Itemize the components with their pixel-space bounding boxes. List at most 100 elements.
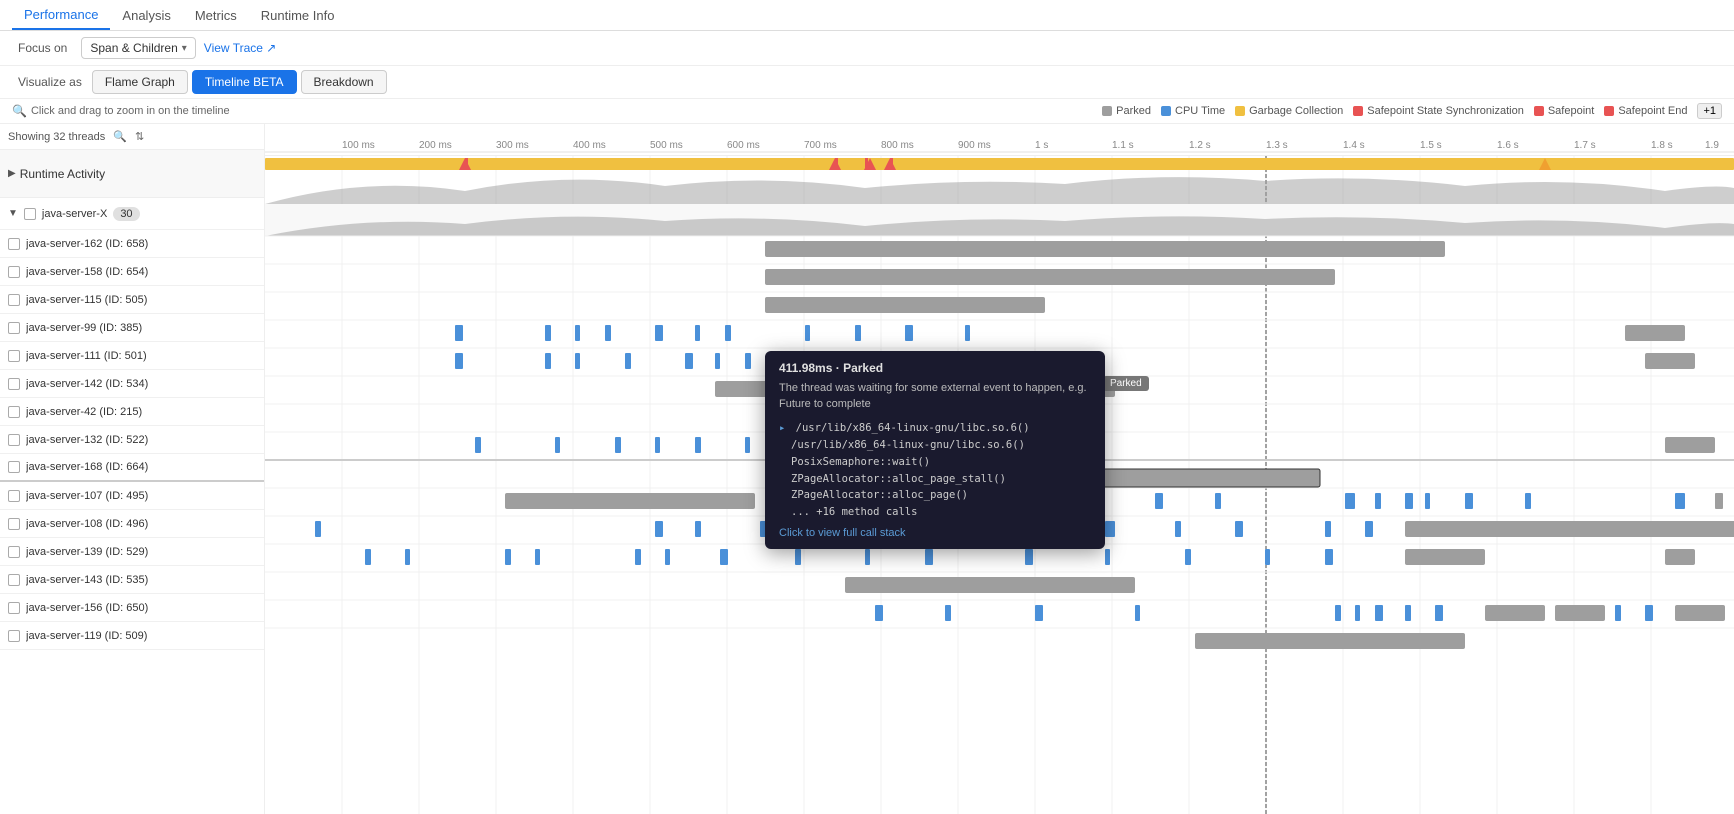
thread-name-1: java-server-158 (ID: 654) <box>26 266 148 278</box>
tab-flame-graph[interactable]: Flame Graph <box>92 70 188 94</box>
parked-color <box>1102 106 1112 116</box>
thread-row: java-server-111 (ID: 501) <box>0 342 264 370</box>
runtime-expand-icon[interactable]: ▶ <box>8 168 16 179</box>
showing-count: Showing 32 threads <box>8 131 105 143</box>
svg-text:800 ms: 800 ms <box>881 140 914 151</box>
thread-checkbox-4[interactable] <box>8 350 20 362</box>
thread-checkbox-11[interactable] <box>8 546 20 558</box>
thread-row: java-server-142 (ID: 534) <box>0 370 264 398</box>
thread-name-14: java-server-119 (ID: 509) <box>26 630 147 642</box>
safepoint-label: Safepoint <box>1548 105 1594 117</box>
stack-line-0: ▸ /usr/lib/x86_64-linux-gnu/libc.so.6() <box>779 420 1091 437</box>
legend-more-button[interactable]: +1 <box>1697 103 1722 119</box>
tooltip-state: Parked <box>843 361 883 375</box>
focus-dropdown[interactable]: Span & Children ▾ <box>81 37 195 59</box>
tab-timeline-beta[interactable]: Timeline BETA <box>192 70 297 94</box>
legend-bar: 🔍 Click and drag to zoom in on the timel… <box>0 99 1734 124</box>
showing-threads-header: Showing 32 threads 🔍 ⇅ <box>0 124 264 150</box>
java-server-x-group: ▼ java-server-X 30 <box>0 198 264 230</box>
safepoint-end-color <box>1604 106 1614 116</box>
timeline-hint: 🔍 Click and drag to zoom in on the timel… <box>12 104 1090 118</box>
tooltip-header: 411.98ms · Parked <box>779 361 1091 375</box>
tooltip-duration: 411.98ms <box>779 361 832 375</box>
svg-text:1.1 s: 1.1 s <box>1112 140 1134 151</box>
thread-name-2: java-server-115 (ID: 505) <box>26 294 147 306</box>
top-nav: Performance Analysis Metrics Runtime Inf… <box>0 0 1734 31</box>
thread-name-6: java-server-42 (ID: 215) <box>26 406 142 418</box>
safepoint-sync-color <box>1353 106 1363 116</box>
thread-checkbox-0[interactable] <box>8 238 20 250</box>
thread-name-11: java-server-139 (ID: 529) <box>26 546 148 558</box>
svg-text:1 s: 1 s <box>1035 140 1048 151</box>
thread-row: java-server-143 (ID: 535) <box>0 566 264 594</box>
tooltip-description: The thread was waiting for some external… <box>779 381 1091 412</box>
thread-list: Showing 32 threads 🔍 ⇅ ▶ Runtime Activit… <box>0 124 265 814</box>
stack-arrow-0: ▸ <box>779 422 792 434</box>
thread-row: java-server-158 (ID: 654) <box>0 258 264 286</box>
stack-line-3: ZPageAllocator::alloc_page_stall() <box>779 471 1091 488</box>
toolbar-row1: Focus on Span & Children ▾ View Trace ↗ <box>0 31 1734 66</box>
thread-checkbox-10[interactable] <box>8 518 20 530</box>
svg-text:1.3 s: 1.3 s <box>1266 140 1288 151</box>
svg-text:400 ms: 400 ms <box>573 140 606 151</box>
nav-analysis[interactable]: Analysis <box>110 2 182 29</box>
nav-runtime-info[interactable]: Runtime Info <box>249 2 347 29</box>
parked-state-badge: Parked <box>1103 376 1149 391</box>
thread-checkbox-3[interactable] <box>8 322 20 334</box>
safepoint-sync-label: Safepoint State Synchronization <box>1367 105 1524 117</box>
thread-row: java-server-162 (ID: 658) <box>0 230 264 258</box>
safepoint-color <box>1534 106 1544 116</box>
thread-checkbox-5[interactable] <box>8 378 20 390</box>
cpu-time-color <box>1161 106 1171 116</box>
thread-checkbox-7[interactable] <box>8 434 20 446</box>
scale-svg: 100 ms 200 ms 300 ms 400 ms 500 ms 600 m… <box>265 124 1734 156</box>
thread-checkbox-14[interactable] <box>8 630 20 642</box>
timeline-area[interactable]: 100 ms 200 ms 300 ms 400 ms 500 ms 600 m… <box>265 124 1734 814</box>
legend-safepoint-end: Safepoint End <box>1604 105 1687 117</box>
tooltip-call-stack-link[interactable]: Click to view full call stack <box>779 527 1091 539</box>
thread-checkbox-2[interactable] <box>8 294 20 306</box>
view-trace-label: View Trace ↗ <box>204 41 277 55</box>
stack-line-2: PosixSemaphore::wait() <box>779 454 1091 471</box>
thread-name-3: java-server-99 (ID: 385) <box>26 322 142 334</box>
svg-text:1.2 s: 1.2 s <box>1189 140 1211 151</box>
java-server-x-label: java-server-X <box>42 208 107 220</box>
focus-value: Span & Children <box>90 41 177 55</box>
tooltip-separator: · <box>836 361 843 375</box>
svg-text:300 ms: 300 ms <box>496 140 529 151</box>
thread-checkbox-1[interactable] <box>8 266 20 278</box>
legend-parked: Parked <box>1102 105 1151 117</box>
thread-row: java-server-107 (ID: 495) <box>0 482 264 510</box>
timeline-content[interactable]: 411.98ms · Parked The thread was waiting… <box>265 156 1734 814</box>
group-checkbox[interactable] <box>24 208 36 220</box>
thread-tooltip[interactable]: 411.98ms · Parked The thread was waiting… <box>765 351 1105 549</box>
sort-icon[interactable]: ⇅ <box>135 130 144 143</box>
svg-text:500 ms: 500 ms <box>650 140 683 151</box>
thread-checkbox-9[interactable] <box>8 490 20 502</box>
view-trace-link[interactable]: View Trace ↗ <box>204 41 277 55</box>
main-area: Showing 32 threads 🔍 ⇅ ▶ Runtime Activit… <box>0 124 1734 814</box>
thread-checkbox-13[interactable] <box>8 602 20 614</box>
thread-checkbox-6[interactable] <box>8 406 20 418</box>
thread-name-10: java-server-108 (ID: 496) <box>26 518 148 530</box>
nav-metrics[interactable]: Metrics <box>183 2 249 29</box>
hint-text-label: Click and drag to zoom in on the timelin… <box>31 105 230 117</box>
group-expand-icon[interactable]: ▼ <box>8 208 18 219</box>
nav-performance[interactable]: Performance <box>12 1 110 30</box>
svg-text:1.7 s: 1.7 s <box>1574 140 1596 151</box>
search-icon[interactable]: 🔍 <box>113 130 127 143</box>
thread-name-7: java-server-132 (ID: 522) <box>26 434 148 446</box>
stack-line-5: ... +16 method calls <box>779 504 1091 521</box>
thread-row: java-server-115 (ID: 505) <box>0 286 264 314</box>
thread-row: java-server-168 (ID: 664) <box>0 454 264 482</box>
tab-breakdown[interactable]: Breakdown <box>301 70 387 94</box>
thread-row: java-server-156 (ID: 650) <box>0 594 264 622</box>
legend-safepoint-sync: Safepoint State Synchronization <box>1353 105 1524 117</box>
toolbar-row2: Visualize as Flame Graph Timeline BETA B… <box>0 66 1734 99</box>
runtime-activity-label: Runtime Activity <box>20 167 105 181</box>
cpu-time-label: CPU Time <box>1175 105 1225 117</box>
thread-row: java-server-42 (ID: 215) <box>0 398 264 426</box>
safepoint-end-label: Safepoint End <box>1618 105 1687 117</box>
thread-checkbox-8[interactable] <box>8 461 20 473</box>
thread-checkbox-12[interactable] <box>8 574 20 586</box>
